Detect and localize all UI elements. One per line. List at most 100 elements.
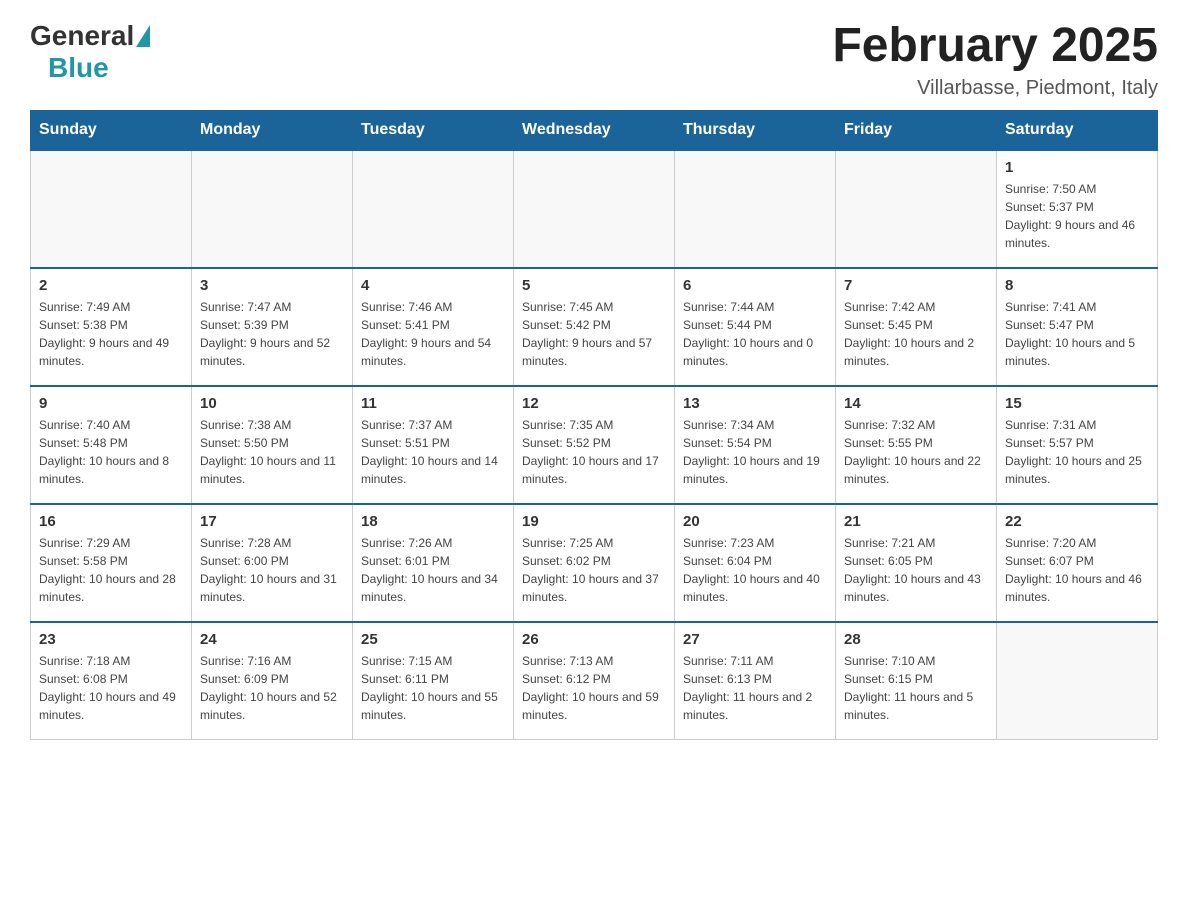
calendar-day [353,150,514,268]
day-number: 28 [844,629,988,650]
day-number: 10 [200,393,344,414]
calendar-day [836,150,997,268]
day-info: Sunrise: 7:26 AM Sunset: 6:01 PM Dayligh… [361,534,505,606]
logo-text: General [30,20,150,52]
main-title: February 2025 [832,20,1158,73]
calendar-day: 26Sunrise: 7:13 AM Sunset: 6:12 PM Dayli… [514,622,675,740]
day-info: Sunrise: 7:45 AM Sunset: 5:42 PM Dayligh… [522,298,666,370]
day-info: Sunrise: 7:42 AM Sunset: 5:45 PM Dayligh… [844,298,988,370]
day-info: Sunrise: 7:20 AM Sunset: 6:07 PM Dayligh… [1005,534,1149,606]
calendar-day: 17Sunrise: 7:28 AM Sunset: 6:00 PM Dayli… [192,504,353,622]
day-number: 16 [39,511,183,532]
calendar-header-sunday: Sunday [31,110,192,150]
day-number: 12 [522,393,666,414]
calendar-week-1: 1Sunrise: 7:50 AM Sunset: 5:37 PM Daylig… [31,150,1158,268]
day-number: 8 [1005,275,1149,296]
day-info: Sunrise: 7:10 AM Sunset: 6:15 PM Dayligh… [844,652,988,724]
day-number: 13 [683,393,827,414]
calendar-week-3: 9Sunrise: 7:40 AM Sunset: 5:48 PM Daylig… [31,386,1158,504]
day-info: Sunrise: 7:46 AM Sunset: 5:41 PM Dayligh… [361,298,505,370]
calendar-day: 21Sunrise: 7:21 AM Sunset: 6:05 PM Dayli… [836,504,997,622]
day-number: 17 [200,511,344,532]
day-number: 20 [683,511,827,532]
calendar-day: 3Sunrise: 7:47 AM Sunset: 5:39 PM Daylig… [192,268,353,386]
day-number: 26 [522,629,666,650]
day-number: 11 [361,393,505,414]
day-info: Sunrise: 7:40 AM Sunset: 5:48 PM Dayligh… [39,416,183,488]
day-info: Sunrise: 7:23 AM Sunset: 6:04 PM Dayligh… [683,534,827,606]
day-number: 25 [361,629,505,650]
calendar-header-monday: Monday [192,110,353,150]
subtitle: Villarbasse, Piedmont, Italy [832,77,1158,100]
logo: General Blue [30,20,150,84]
calendar-day: 12Sunrise: 7:35 AM Sunset: 5:52 PM Dayli… [514,386,675,504]
title-section: February 2025 Villarbasse, Piedmont, Ita… [832,20,1158,100]
day-info: Sunrise: 7:35 AM Sunset: 5:52 PM Dayligh… [522,416,666,488]
calendar-day: 8Sunrise: 7:41 AM Sunset: 5:47 PM Daylig… [997,268,1158,386]
calendar-header-row: SundayMondayTuesdayWednesdayThursdayFrid… [31,110,1158,150]
calendar-day [514,150,675,268]
day-number: 5 [522,275,666,296]
calendar-day [192,150,353,268]
day-info: Sunrise: 7:37 AM Sunset: 5:51 PM Dayligh… [361,416,505,488]
calendar-day [997,622,1158,740]
day-info: Sunrise: 7:49 AM Sunset: 5:38 PM Dayligh… [39,298,183,370]
day-number: 27 [683,629,827,650]
header: General Blue February 2025 Villarbasse, … [30,20,1158,100]
calendar-day: 11Sunrise: 7:37 AM Sunset: 5:51 PM Dayli… [353,386,514,504]
calendar-header-saturday: Saturday [997,110,1158,150]
day-info: Sunrise: 7:34 AM Sunset: 5:54 PM Dayligh… [683,416,827,488]
calendar-day: 25Sunrise: 7:15 AM Sunset: 6:11 PM Dayli… [353,622,514,740]
calendar-day: 24Sunrise: 7:16 AM Sunset: 6:09 PM Dayli… [192,622,353,740]
calendar-header-tuesday: Tuesday [353,110,514,150]
day-number: 9 [39,393,183,414]
day-info: Sunrise: 7:44 AM Sunset: 5:44 PM Dayligh… [683,298,827,370]
calendar-day: 16Sunrise: 7:29 AM Sunset: 5:58 PM Dayli… [31,504,192,622]
day-info: Sunrise: 7:32 AM Sunset: 5:55 PM Dayligh… [844,416,988,488]
day-number: 6 [683,275,827,296]
calendar-day: 13Sunrise: 7:34 AM Sunset: 5:54 PM Dayli… [675,386,836,504]
calendar: SundayMondayTuesdayWednesdayThursdayFrid… [30,110,1158,741]
calendar-day: 14Sunrise: 7:32 AM Sunset: 5:55 PM Dayli… [836,386,997,504]
day-number: 4 [361,275,505,296]
day-info: Sunrise: 7:15 AM Sunset: 6:11 PM Dayligh… [361,652,505,724]
day-number: 18 [361,511,505,532]
calendar-week-2: 2Sunrise: 7:49 AM Sunset: 5:38 PM Daylig… [31,268,1158,386]
day-info: Sunrise: 7:25 AM Sunset: 6:02 PM Dayligh… [522,534,666,606]
day-info: Sunrise: 7:13 AM Sunset: 6:12 PM Dayligh… [522,652,666,724]
calendar-day: 28Sunrise: 7:10 AM Sunset: 6:15 PM Dayli… [836,622,997,740]
calendar-day: 7Sunrise: 7:42 AM Sunset: 5:45 PM Daylig… [836,268,997,386]
day-info: Sunrise: 7:47 AM Sunset: 5:39 PM Dayligh… [200,298,344,370]
calendar-day: 22Sunrise: 7:20 AM Sunset: 6:07 PM Dayli… [997,504,1158,622]
day-info: Sunrise: 7:21 AM Sunset: 6:05 PM Dayligh… [844,534,988,606]
day-number: 22 [1005,511,1149,532]
calendar-day: 4Sunrise: 7:46 AM Sunset: 5:41 PM Daylig… [353,268,514,386]
day-number: 1 [1005,157,1149,178]
calendar-day: 10Sunrise: 7:38 AM Sunset: 5:50 PM Dayli… [192,386,353,504]
logo-blue-text: Blue [48,52,109,84]
day-info: Sunrise: 7:41 AM Sunset: 5:47 PM Dayligh… [1005,298,1149,370]
day-number: 15 [1005,393,1149,414]
calendar-day: 2Sunrise: 7:49 AM Sunset: 5:38 PM Daylig… [31,268,192,386]
calendar-day: 6Sunrise: 7:44 AM Sunset: 5:44 PM Daylig… [675,268,836,386]
day-number: 23 [39,629,183,650]
calendar-header-thursday: Thursday [675,110,836,150]
calendar-day: 27Sunrise: 7:11 AM Sunset: 6:13 PM Dayli… [675,622,836,740]
calendar-day: 23Sunrise: 7:18 AM Sunset: 6:08 PM Dayli… [31,622,192,740]
calendar-day: 19Sunrise: 7:25 AM Sunset: 6:02 PM Dayli… [514,504,675,622]
logo-general-text: General [30,20,134,52]
calendar-day [675,150,836,268]
calendar-day: 5Sunrise: 7:45 AM Sunset: 5:42 PM Daylig… [514,268,675,386]
day-number: 3 [200,275,344,296]
calendar-day: 9Sunrise: 7:40 AM Sunset: 5:48 PM Daylig… [31,386,192,504]
day-number: 19 [522,511,666,532]
day-info: Sunrise: 7:29 AM Sunset: 5:58 PM Dayligh… [39,534,183,606]
day-info: Sunrise: 7:28 AM Sunset: 6:00 PM Dayligh… [200,534,344,606]
day-info: Sunrise: 7:50 AM Sunset: 5:37 PM Dayligh… [1005,180,1149,252]
page: General Blue February 2025 Villarbasse, … [0,0,1188,760]
day-number: 24 [200,629,344,650]
calendar-day: 15Sunrise: 7:31 AM Sunset: 5:57 PM Dayli… [997,386,1158,504]
day-info: Sunrise: 7:16 AM Sunset: 6:09 PM Dayligh… [200,652,344,724]
day-number: 14 [844,393,988,414]
calendar-header-wednesday: Wednesday [514,110,675,150]
